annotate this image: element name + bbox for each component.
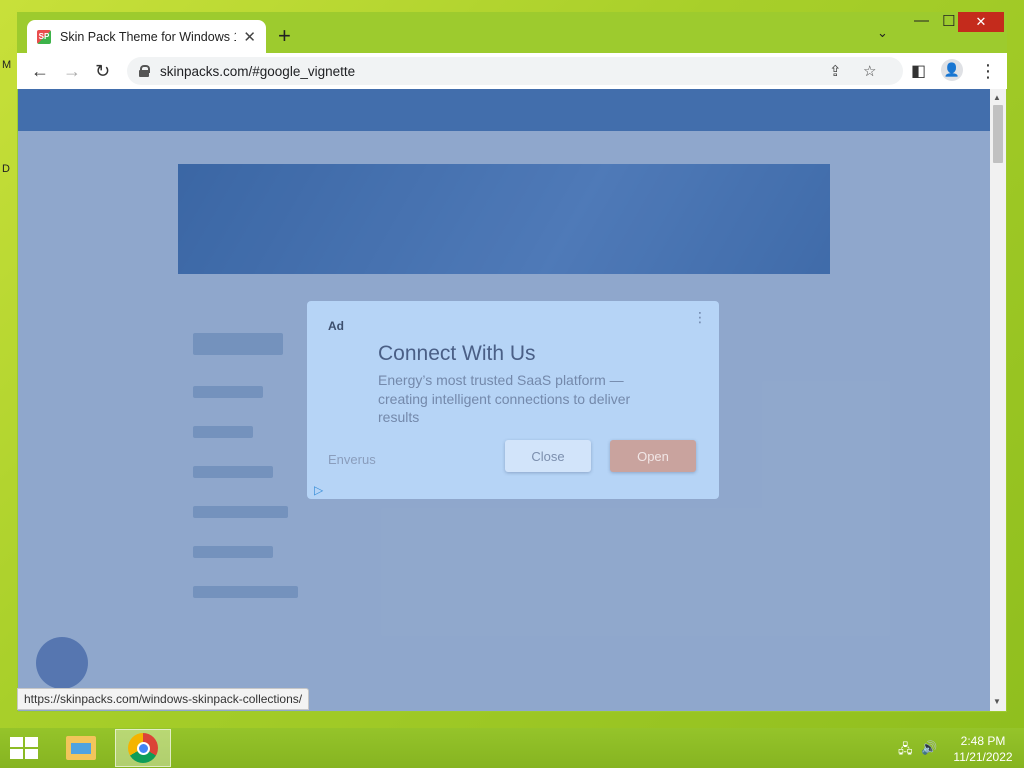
windows-logo-tile — [25, 749, 38, 759]
profile-avatar[interactable]: 👤 — [941, 59, 963, 81]
address-url[interactable]: skinpacks.com/#google_vignette — [160, 64, 355, 79]
ad-description: Energy’s most trusted SaaS platform — cr… — [378, 372, 631, 425]
bookmark-star-icon[interactable]: ☆ — [863, 62, 876, 80]
reload-button[interactable]: ↻ — [95, 61, 110, 82]
ad-dialog: Ad ⋮ Connect With Us Energy’s most trust… — [307, 301, 719, 499]
desktop-glyph-d: D — [2, 163, 10, 175]
taskbar: 🖧 🔊 2:48 PM 11/21/2022 — [0, 728, 1024, 768]
tab-close-icon[interactable]: ✕ — [243, 28, 256, 46]
ad-advertiser[interactable]: Enverus — [328, 452, 376, 467]
windows-logo-tile — [10, 749, 23, 759]
ad-open-button[interactable]: Open — [610, 440, 696, 472]
side-panel-button[interactable]: ◧ — [911, 61, 926, 81]
tab-bar: SP Skin Pack Theme for Windows 11 ✕ + ⌄ … — [17, 12, 1007, 53]
new-tab-button[interactable]: + — [278, 23, 291, 49]
minimize-button[interactable]: — — [914, 12, 929, 29]
page-viewport: Ad ⋮ Connect With Us Energy’s most trust… — [18, 89, 990, 711]
tab-skinpack[interactable]: SP Skin Pack Theme for Windows 11 ✕ — [27, 20, 266, 53]
file-explorer-taskbar-button[interactable] — [53, 729, 109, 767]
windows-logo-tile — [25, 737, 38, 747]
browser-toolbar: ← → ↻ skinpacks.com/#google_vignette ⇪ ☆… — [17, 53, 1007, 89]
chrome-taskbar-button[interactable] — [115, 729, 171, 767]
ad-title[interactable]: Connect With Us — [378, 342, 536, 366]
ad-options-icon[interactable]: ⋮ — [693, 310, 707, 324]
browser-window: SP Skin Pack Theme for Windows 11 ✕ + ⌄ … — [17, 12, 1007, 712]
clock-time: 2:48 PM — [960, 734, 1006, 748]
chrome-icon — [128, 733, 158, 763]
back-button[interactable]: ← — [31, 61, 49, 82]
address-bar[interactable]: skinpacks.com/#google_vignette ⇪ ☆ — [127, 57, 903, 85]
network-icon[interactable]: 🖧 — [898, 740, 913, 762]
favicon-icon: SP — [37, 29, 51, 44]
scrollbar-thumb[interactable] — [993, 105, 1003, 163]
volume-icon[interactable]: 🔊 — [921, 740, 937, 756]
forward-button[interactable]: → — [63, 61, 81, 82]
desktop-glyph-m: M — [2, 59, 12, 71]
clock-date: 11/21/2022 — [953, 750, 1013, 764]
maximize-button[interactable]: ☐ — [942, 12, 955, 30]
tab-search-button[interactable]: ⌄ — [877, 25, 888, 41]
ad-label: Ad — [328, 319, 344, 333]
vertical-scrollbar[interactable]: ▲ ▼ — [990, 89, 1006, 711]
window-close-button[interactable]: ✕ — [958, 12, 1004, 32]
ad-close-button[interactable]: Close — [505, 440, 591, 472]
status-bubble: https://skinpacks.com/windows-skinpack-c… — [17, 688, 310, 710]
start-button[interactable] — [10, 737, 38, 759]
adchoices-icon[interactable]: ▷ — [314, 483, 323, 497]
lock-icon[interactable] — [139, 65, 150, 77]
system-clock[interactable]: 2:48 PM 11/21/2022 — [948, 733, 1018, 765]
scroll-down-arrow-icon[interactable]: ▼ — [993, 697, 1001, 706]
tab-title: Skin Pack Theme for Windows 11 — [60, 29, 236, 44]
windows-logo-tile — [10, 737, 23, 747]
scroll-up-arrow-icon[interactable]: ▲ — [993, 93, 1001, 102]
browser-menu-button[interactable]: ⋮ — [979, 61, 997, 82]
share-icon[interactable]: ⇪ — [829, 62, 842, 80]
folder-icon — [66, 736, 96, 760]
